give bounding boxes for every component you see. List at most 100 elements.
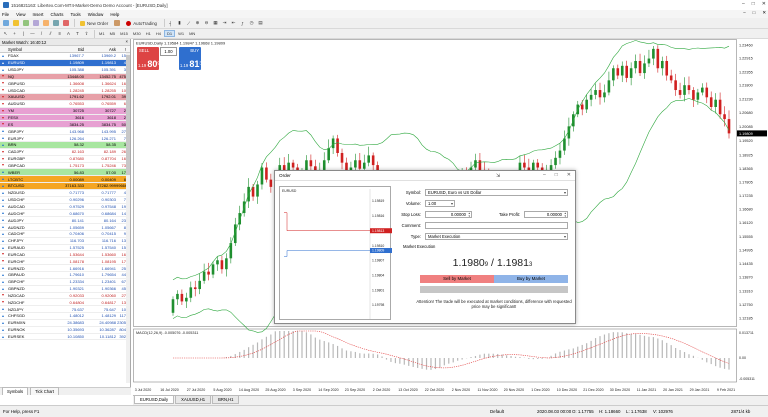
timeframe-w1[interactable]: W1 — [176, 30, 186, 37]
chart-shift-button[interactable]: ⇤ — [230, 20, 237, 27]
market-watch-row[interactable]: CHFJPY 116.703 116.716 13 — [0, 237, 130, 245]
periods-button[interactable]: ◷ — [248, 20, 255, 27]
terminal-button[interactable] — [52, 20, 60, 27]
navigator-button[interactable] — [42, 20, 50, 27]
menu-window[interactable]: Window — [88, 12, 104, 17]
tab-tick-chart[interactable]: Tick Chart — [30, 387, 59, 395]
market-watch-row[interactable]: EURAUD 1.57525 1.57540 15 — [0, 244, 130, 252]
market-watch-row[interactable]: ES 3834.25 3834.75 50 — [0, 121, 130, 129]
order-minimize-button[interactable]: – — [543, 172, 546, 178]
fibo-tool[interactable]: ≡ — [56, 30, 63, 37]
candle-chart-button[interactable]: ▮ — [176, 20, 183, 27]
menu-tools[interactable]: Tools — [70, 12, 80, 17]
market-watch-row[interactable]: USDCHF 0.90296 0.90303 7 — [0, 196, 130, 204]
market-watch-row[interactable]: AUDCHF 0.68670 0.68684 14 — [0, 210, 130, 218]
market-watch-row[interactable]: AUDCAD 0.97529 0.97548 19 — [0, 203, 130, 211]
market-watch-row[interactable]: EURJPY 126.264 126.271 7 — [0, 135, 130, 142]
market-watch-scrollbar[interactable] — [126, 53, 130, 383]
chart-tab-brn-h1[interactable]: BRN,H1 — [212, 396, 240, 404]
channel-tool[interactable]: ⫽ — [47, 30, 54, 37]
horizontal-line-tool[interactable]: — — [29, 30, 36, 37]
market-watch-row[interactable]: GBPCAD 1.75173 1.75246 73 — [0, 162, 130, 170]
chart-tab-eurusd-daily[interactable]: EURUSD,Daily — [134, 396, 175, 404]
market-watch-row[interactable]: AUDJPY 80.141 80.164 23 — [0, 217, 130, 225]
bar-chart-button[interactable]: ┤ — [167, 20, 174, 27]
order-maximize-button[interactable]: □ — [555, 172, 558, 178]
chart-tab-xauusd-h1[interactable]: XAUUSD,H1 — [175, 396, 212, 404]
order-dialog-titlebar[interactable]: Order ⇲ – □ ✕ — [275, 171, 575, 181]
market-watch-button[interactable] — [22, 20, 30, 27]
text-tool[interactable]: A — [65, 30, 72, 37]
mdi-restore-button[interactable]: □ — [753, 10, 756, 16]
menu-insert[interactable]: Insert — [33, 12, 44, 17]
market-watch-row[interactable]: EURCAD 1.53644 1.53660 16 — [0, 251, 130, 259]
strategy-tester-button[interactable] — [62, 20, 70, 27]
new-chart-button[interactable] — [2, 20, 10, 27]
col-spread[interactable]: ! — [116, 47, 128, 52]
market-watch-row[interactable]: GBPCHF 1.23334 1.23401 67 — [0, 278, 130, 286]
comment-input[interactable] — [425, 222, 568, 229]
market-watch-row[interactable]: BRN 58.32 58.35 3 — [0, 141, 130, 149]
buy-by-market-button[interactable]: Buy by Market — [494, 275, 568, 283]
col-ask[interactable]: Ask — [84, 47, 116, 52]
market-watch-row[interactable]: YM 30725 30727 2 — [0, 107, 130, 115]
cursor-tool[interactable]: ↖ — [2, 30, 9, 37]
market-watch-row[interactable]: NZDCHF 0.64804 0.64817 13 — [0, 299, 130, 307]
autoscroll-button[interactable]: ⇥ — [221, 20, 228, 27]
market-watch-row[interactable]: GBPJPY 143.968 143.995 27 — [0, 128, 130, 136]
market-watch-row[interactable]: FDAX 13967.7 13969.2 15 — [0, 53, 130, 60]
market-watch-row[interactable]: BTCUSD 37163.333 37282.999 99666 — [0, 183, 130, 190]
market-watch-row[interactable]: LTCBTC 0.00089 0.00409 8 — [0, 176, 130, 184]
market-watch-row[interactable]: AUDNZD 1.05659 1.05667 8 — [0, 224, 130, 231]
timeframe-m5[interactable]: M5 — [108, 30, 118, 37]
volume-input[interactable]: 1.00 — [425, 200, 455, 207]
market-watch-row[interactable]: GBPUSD 1.36608 1.36624 16 — [0, 80, 130, 88]
col-symbol[interactable]: Symbol — [0, 47, 46, 52]
one-click-sell-button[interactable]: SELL 1.19 809 — [137, 47, 160, 70]
market-watch-row[interactable]: AUDUSD 0.76553 0.76559 6 — [0, 100, 130, 108]
menu-charts[interactable]: Charts — [51, 12, 64, 17]
market-watch-row[interactable]: NQ 13448.00 13452.75 475 — [0, 73, 130, 81]
market-watch-row[interactable]: XAUUSD 1791.62 1792.01 39 — [0, 94, 130, 101]
market-watch-row[interactable]: WBER 56.83 57.00 17 — [0, 169, 130, 177]
timeframe-m15[interactable]: M15 — [118, 30, 130, 37]
market-watch-row[interactable]: EURSEK 10.10850 10.11812 392 — [0, 333, 130, 341]
maximize-button[interactable]: □ — [752, 1, 755, 7]
market-watch-row[interactable]: GBPNZD 1.90321 1.90366 45 — [0, 285, 130, 293]
tile-windows-button[interactable]: ▦ — [212, 20, 219, 27]
spinner-icon[interactable]: ▴ ▾ — [564, 212, 566, 217]
one-click-buy-button[interactable]: BUY 1.19 813 — [179, 47, 202, 70]
market-watch-row[interactable]: USDJPY 105.388 105.391 3 — [0, 66, 130, 74]
market-watch-row[interactable]: EURUSD 1.19809 1.19813 4 — [0, 59, 130, 67]
market-watch-row[interactable]: CHFSGD 1.48012 1.48129 117 — [0, 313, 130, 320]
timeframe-h4[interactable]: H4 — [154, 30, 163, 37]
market-watch-row[interactable]: FESX 3616 3618 2 — [0, 114, 130, 122]
market-watch-row[interactable]: NZDCAD 0.92033 0.92060 27 — [0, 292, 130, 300]
close-button[interactable]: ✕ — [762, 1, 766, 7]
profiles-button[interactable] — [12, 20, 20, 27]
tab-symbols[interactable]: Symbols — [2, 387, 29, 395]
data-window-button[interactable] — [32, 20, 40, 27]
order-close-button[interactable]: ✕ — [567, 172, 571, 178]
vertical-line-tool[interactable]: | — [20, 30, 27, 37]
spinner-icon[interactable]: ▴ ▾ — [468, 212, 470, 217]
indicators-button[interactable]: ƒ — [239, 20, 246, 27]
timeframe-d1[interactable]: D1 — [163, 30, 176, 37]
autotrading-button[interactable]: AutoTrading — [123, 20, 160, 27]
timeframe-h1[interactable]: H1 — [144, 30, 153, 37]
take-profit-input[interactable]: 0.00000 ▴ ▾ — [524, 211, 568, 218]
templates-button[interactable]: ▤ — [257, 20, 264, 27]
market-watch-row[interactable]: EURNZD 1.66916 1.66941 25 — [0, 265, 130, 272]
menu-file[interactable]: File — [2, 12, 9, 17]
col-bid[interactable]: Bid — [46, 47, 84, 52]
sell-by-market-button[interactable]: Sell by Market — [420, 275, 494, 283]
market-watch-row[interactable]: CADCHF 0.70406 0.70415 9 — [0, 230, 130, 238]
zoom-out-button[interactable]: ⊖ — [203, 20, 210, 27]
metaeditor-button[interactable] — [113, 20, 121, 27]
market-watch-row[interactable]: NZDJPY 75.637 75.647 10 — [0, 306, 130, 314]
zoom-in-button[interactable]: ⊕ — [194, 20, 201, 27]
scrollbar-thumb[interactable] — [126, 55, 130, 175]
timeframe-mn[interactable]: MN — [187, 30, 197, 37]
close-position-button[interactable] — [420, 286, 568, 293]
menu-help[interactable]: Help — [110, 12, 119, 17]
